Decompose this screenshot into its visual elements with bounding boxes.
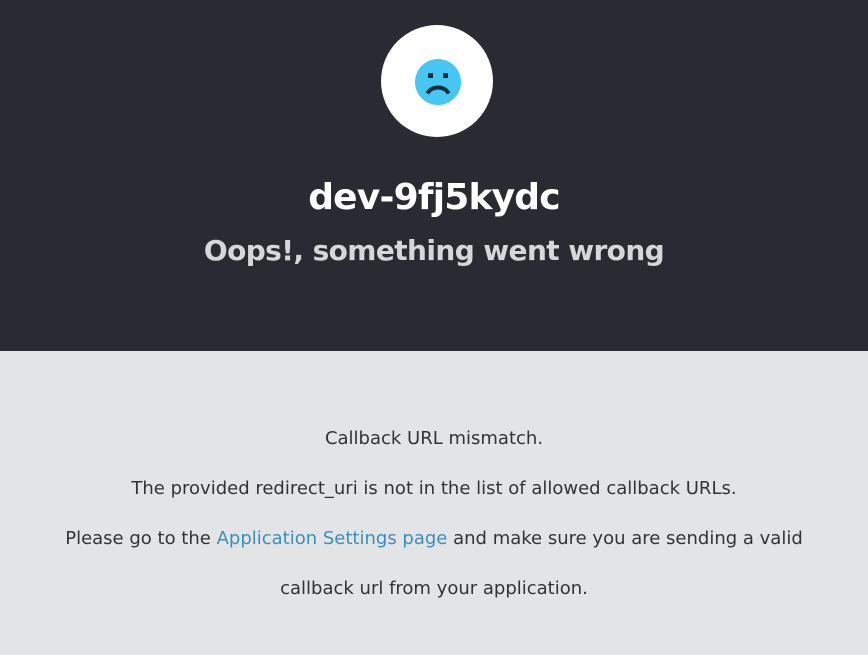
instruction-text-after: and make sure you are sending a valid	[447, 528, 803, 549]
error-message-instruction: Please go to the Application Settings pa…	[0, 526, 868, 552]
error-message-summary: Callback URL mismatch.	[324, 428, 544, 449]
error-header: dev-9fj5kydc Oops!, something went wrong	[0, 0, 868, 351]
error-message-instruction-cont: callback url from your application.	[280, 578, 588, 599]
application-settings-link[interactable]: Application Settings page	[217, 528, 448, 549]
error-title: Oops!, something went wrong	[203, 234, 665, 267]
instruction-text-before: Please go to the	[65, 528, 217, 549]
sad-face-icon	[415, 59, 461, 105]
avatar	[381, 25, 493, 137]
error-message-detail: The provided redirect_uri is not in the …	[131, 478, 737, 499]
error-body: Callback URL mismatch. The provided redi…	[0, 351, 868, 655]
tenant-name: dev-9fj5kydc	[308, 177, 560, 218]
